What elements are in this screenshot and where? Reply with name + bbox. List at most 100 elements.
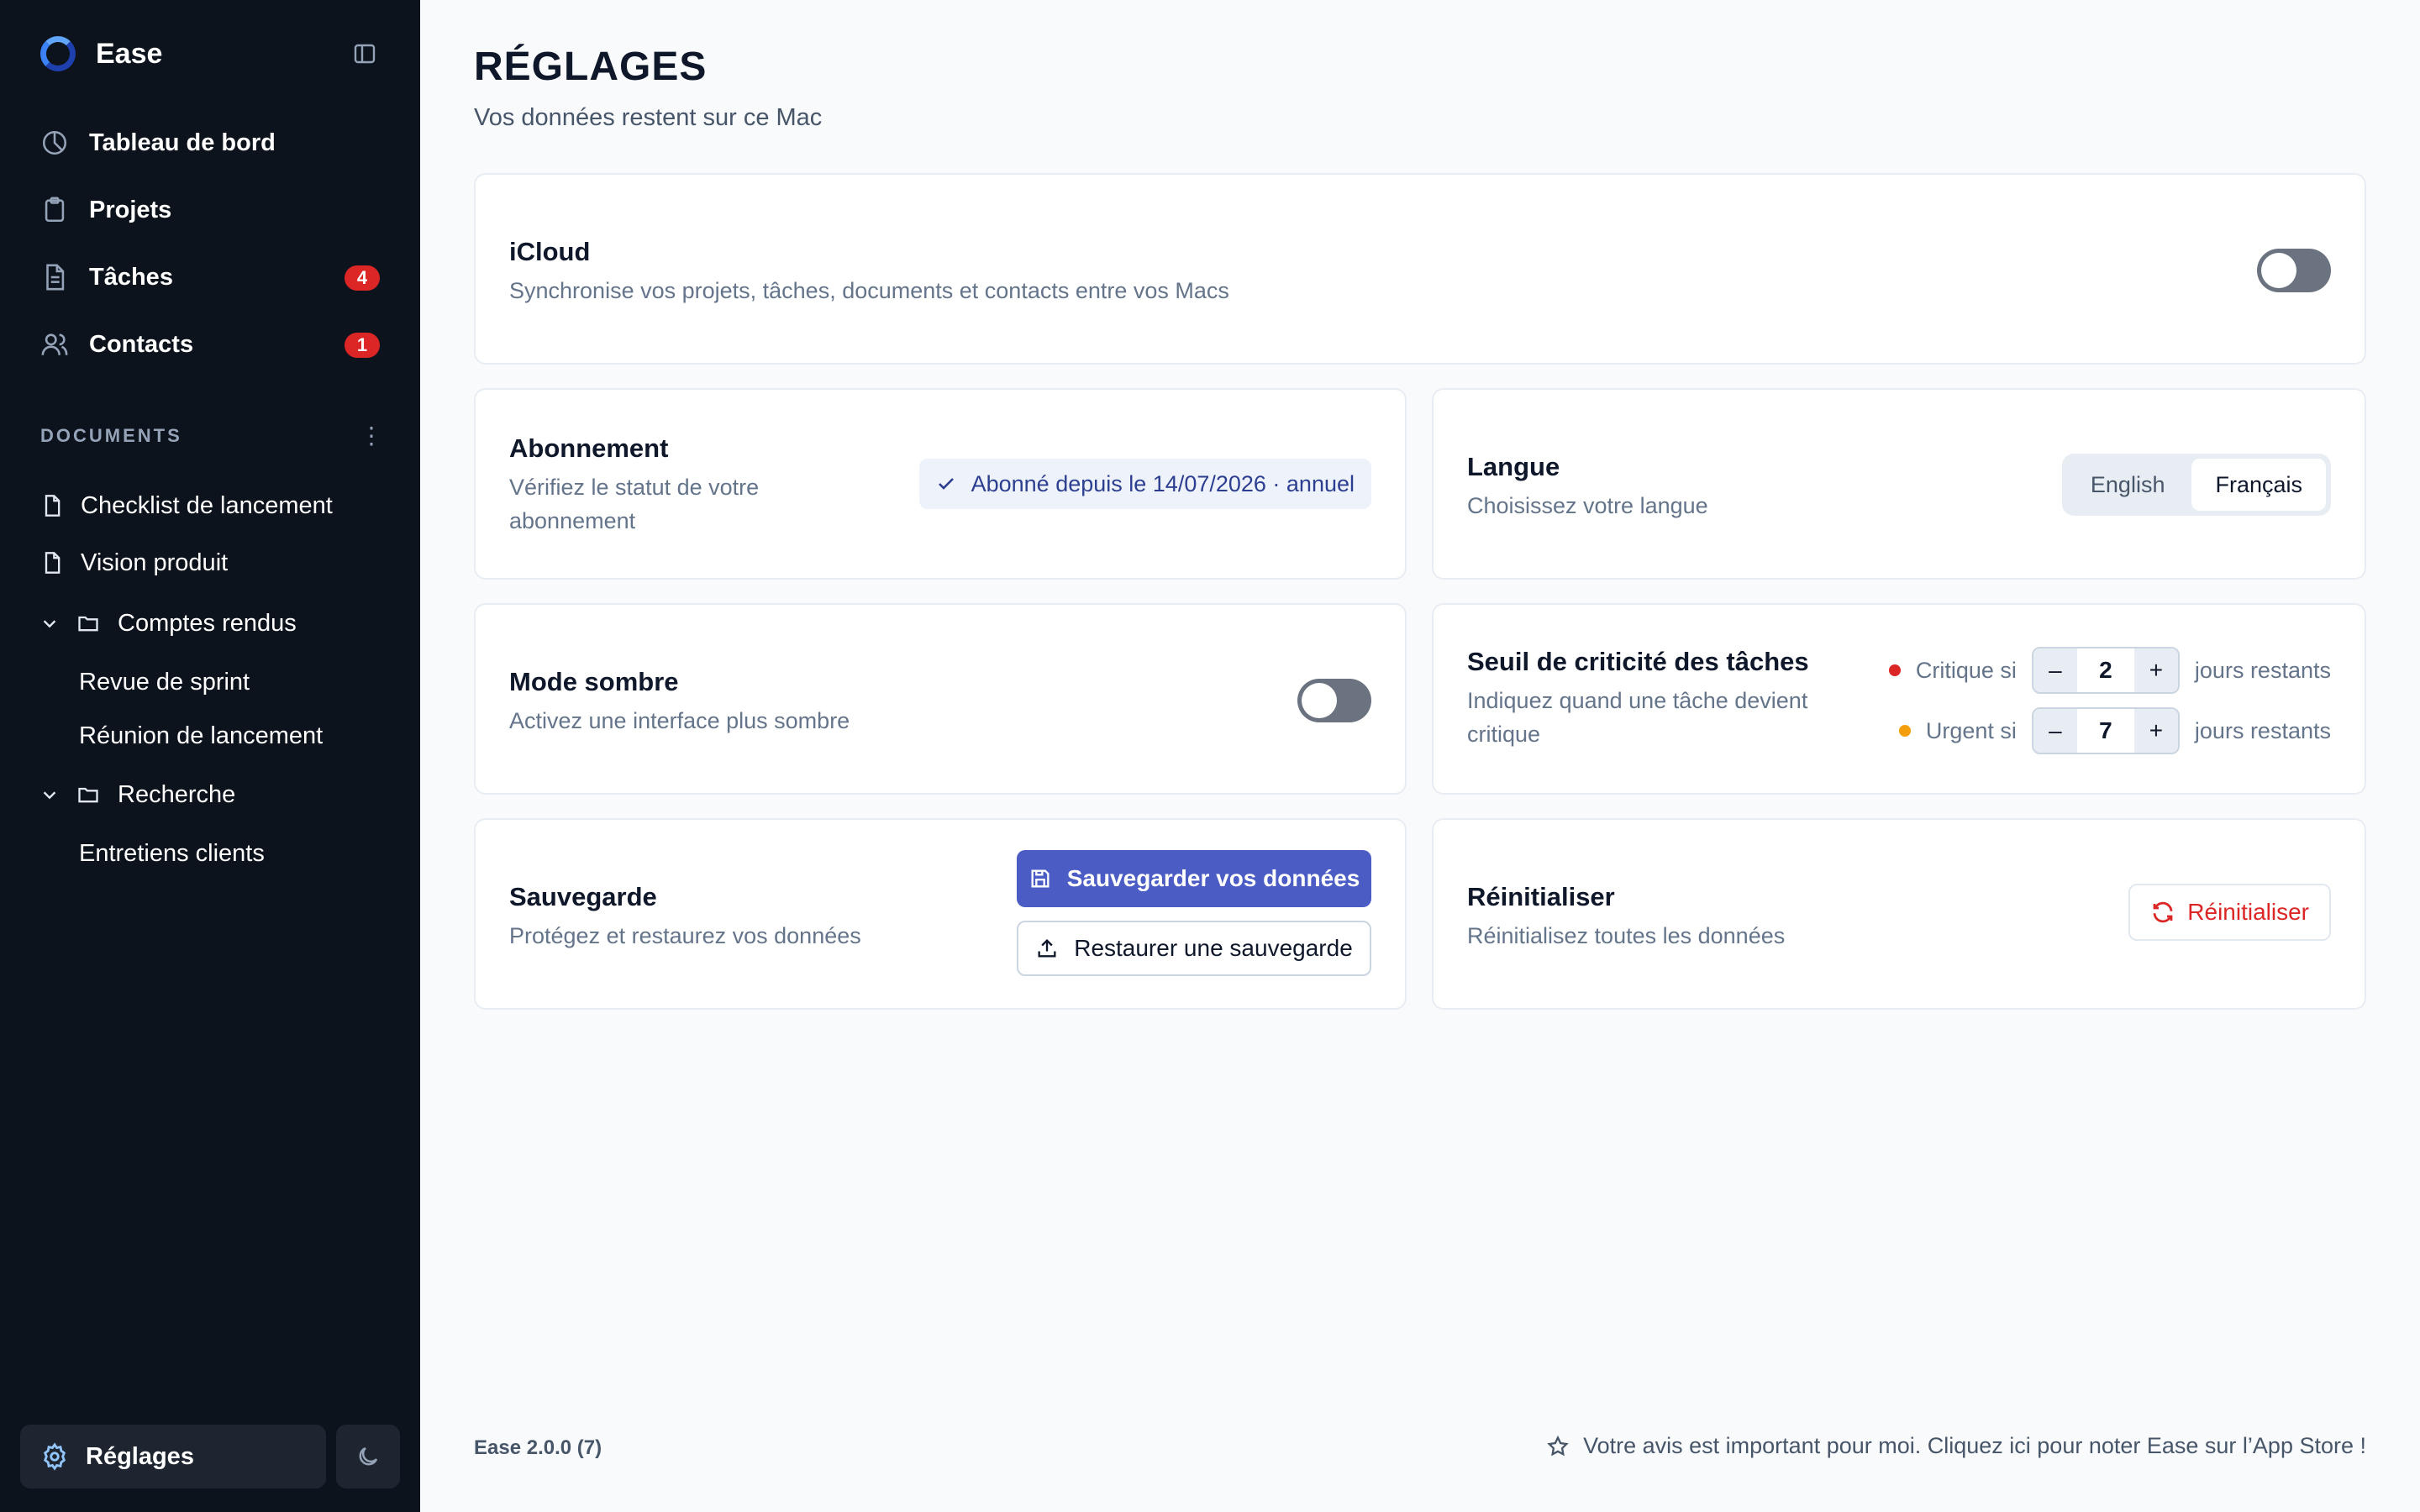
language-card: Langue Choisissez votre langue English F… — [1432, 388, 2366, 580]
language-title: Langue — [1467, 452, 1560, 481]
icloud-toggle[interactable] — [2257, 249, 2331, 292]
restore-backup-label: Restaurer une sauvegarde — [1074, 935, 1353, 961]
nav-item-dashboard[interactable]: Tableau de bord — [20, 109, 400, 176]
language-option-francais[interactable]: Français — [2191, 459, 2326, 511]
urgent-label: Urgent si — [1925, 717, 2017, 743]
critical-label: Critique si — [1915, 657, 2017, 683]
tasks-count-badge: 4 — [345, 265, 380, 291]
restore-backup-button[interactable]: Restaurer une sauvegarde — [1017, 921, 1371, 976]
folder-icon — [78, 787, 98, 803]
urgent-stepper: – 7 + — [2031, 707, 2180, 754]
folder-label: Comptes rendus — [118, 609, 297, 637]
unit-label: jours restants — [2194, 657, 2331, 683]
save-data-label: Sauvegarder vos données — [1066, 865, 1360, 891]
moon-icon — [359, 1446, 378, 1466]
sidebar-toggle-icon[interactable] — [351, 40, 378, 67]
save-data-button[interactable]: Sauvegarder vos données — [1017, 850, 1371, 907]
critical-threshold-row: Critique si – 2 + jours restants — [1888, 647, 2331, 694]
backup-card: Sauvegarde Protégez et restaurez vos don… — [474, 818, 1407, 1010]
backup-title: Sauvegarde — [509, 882, 657, 911]
language-desc: Choisissez votre langue — [1467, 493, 1708, 518]
reset-card: Réinitialiser Réinitialisez toutes les d… — [1432, 818, 2366, 1010]
toggle-knob — [2261, 253, 2296, 288]
document-icon — [46, 264, 65, 291]
unit-label: jours restants — [2194, 717, 2331, 743]
icloud-card: iCloud Synchronise vos projets, tâches, … — [474, 173, 2366, 365]
nav-label: Contacts — [89, 330, 194, 358]
gear-icon — [43, 1442, 66, 1471]
decrement-button[interactable]: – — [2033, 648, 2077, 692]
file-icon — [45, 552, 60, 574]
reset-label: Réinitialiser — [2187, 899, 2309, 925]
documents-title: DOCUMENTS — [40, 425, 182, 446]
subscription-desc: Vérifiez le statut de votre abonnement — [509, 475, 760, 533]
icloud-title: iCloud — [509, 237, 591, 266]
document-label: Vision produit — [81, 549, 229, 576]
nav-label: Tâches — [89, 263, 173, 291]
reset-button[interactable]: Réinitialiser — [2128, 884, 2331, 941]
star-icon — [1547, 1435, 1569, 1456]
sidebar-footer: Réglages — [20, 1425, 400, 1488]
app-version: Ease 2.0.0 (7) — [474, 1436, 602, 1459]
nav-label: Tableau de bord — [89, 129, 276, 156]
refresh-icon — [2153, 901, 2173, 923]
theme-toggle-button[interactable] — [336, 1425, 400, 1488]
sidebar: Ease Tableau de bord Projets Tâches 4 Co… — [0, 0, 420, 1512]
feedback-text: Votre avis est important pour moi. Cliqu… — [1583, 1433, 2366, 1458]
increment-button[interactable]: + — [2133, 709, 2178, 753]
subscription-title: Abonnement — [509, 433, 669, 463]
critical-stepper: – 2 + — [2031, 647, 2180, 694]
page-title: RÉGLAGES — [474, 45, 708, 89]
page-subtitle: Vos données restent sur ce Mac — [474, 104, 823, 131]
task-threshold-card: Seuil de criticité des tâches Indiquez q… — [1432, 603, 2366, 795]
upload-icon — [1038, 939, 1056, 958]
dark-mode-toggle[interactable] — [1297, 679, 1371, 722]
settings-label: Réglages — [86, 1442, 194, 1470]
contacts-count-badge: 1 — [345, 333, 380, 358]
urgent-value[interactable]: 7 — [2077, 717, 2134, 744]
subscription-card: Abonnement Vérifiez le statut de votre a… — [474, 388, 1407, 580]
nav-item-tasks[interactable]: Tâches 4 — [20, 244, 400, 311]
document-item[interactable]: Entretiens clients — [40, 827, 393, 880]
brand[interactable]: Ease — [40, 34, 162, 74]
document-item[interactable]: Vision produit — [40, 534, 393, 591]
subscription-status-badge: Abonné depuis le 14/07/2026 · annuel — [918, 459, 1371, 509]
document-tree: Checklist de lancement Vision produit Co… — [40, 477, 393, 880]
critical-value[interactable]: 2 — [2077, 657, 2134, 684]
urgent-dot-icon — [1898, 725, 1911, 737]
save-icon — [1031, 869, 1050, 888]
folder-label: Recherche — [118, 780, 236, 808]
main-nav: Tableau de bord Projets Tâches 4 Contact… — [20, 109, 400, 378]
nav-item-projects[interactable]: Projets — [20, 176, 400, 244]
documents-header: DOCUMENTS ⋮ — [40, 424, 383, 448]
increment-button[interactable]: + — [2133, 648, 2178, 692]
document-label: Checklist de lancement — [81, 491, 333, 519]
critical-dot-icon — [1888, 664, 1901, 676]
dark-mode-title: Mode sombre — [509, 667, 679, 696]
settings-button[interactable]: Réglages — [20, 1425, 326, 1488]
backup-desc: Protégez et restaurez vos données — [509, 923, 861, 948]
decrement-button[interactable]: – — [2033, 709, 2077, 753]
folder-icon — [78, 616, 98, 632]
chevron-down-icon — [43, 620, 56, 628]
settings-main: RÉGLAGES Vos données restent sur ce Mac … — [420, 0, 2420, 1512]
dashboard-icon — [42, 130, 67, 155]
document-item[interactable]: Checklist de lancement — [40, 477, 393, 534]
document-item[interactable]: Revue de sprint — [40, 655, 393, 709]
dark-mode-desc: Activez une interface plus sombre — [509, 708, 850, 733]
folder-item[interactable]: Recherche — [40, 763, 393, 827]
folder-item[interactable]: Comptes rendus — [40, 591, 393, 655]
icloud-desc: Synchronise vos projets, tâches, documen… — [509, 278, 1229, 303]
rate-app-link[interactable]: Votre avis est important pour moi. Cliqu… — [1546, 1433, 2366, 1459]
check-icon — [938, 478, 954, 490]
threshold-title: Seuil de criticité des tâches — [1467, 647, 1809, 676]
file-icon — [45, 495, 60, 517]
app-name: Ease — [96, 37, 163, 70]
document-item[interactable]: Réunion de lancement — [40, 709, 393, 763]
more-vertical-icon[interactable]: ⋮ — [360, 424, 383, 448]
language-option-english[interactable]: English — [2067, 459, 2189, 511]
nav-item-contacts[interactable]: Contacts 1 — [20, 311, 400, 378]
reset-title: Réinitialiser — [1467, 882, 1615, 911]
urgent-threshold-row: Urgent si – 7 + jours restants — [1898, 707, 2331, 754]
users-icon — [41, 333, 68, 355]
